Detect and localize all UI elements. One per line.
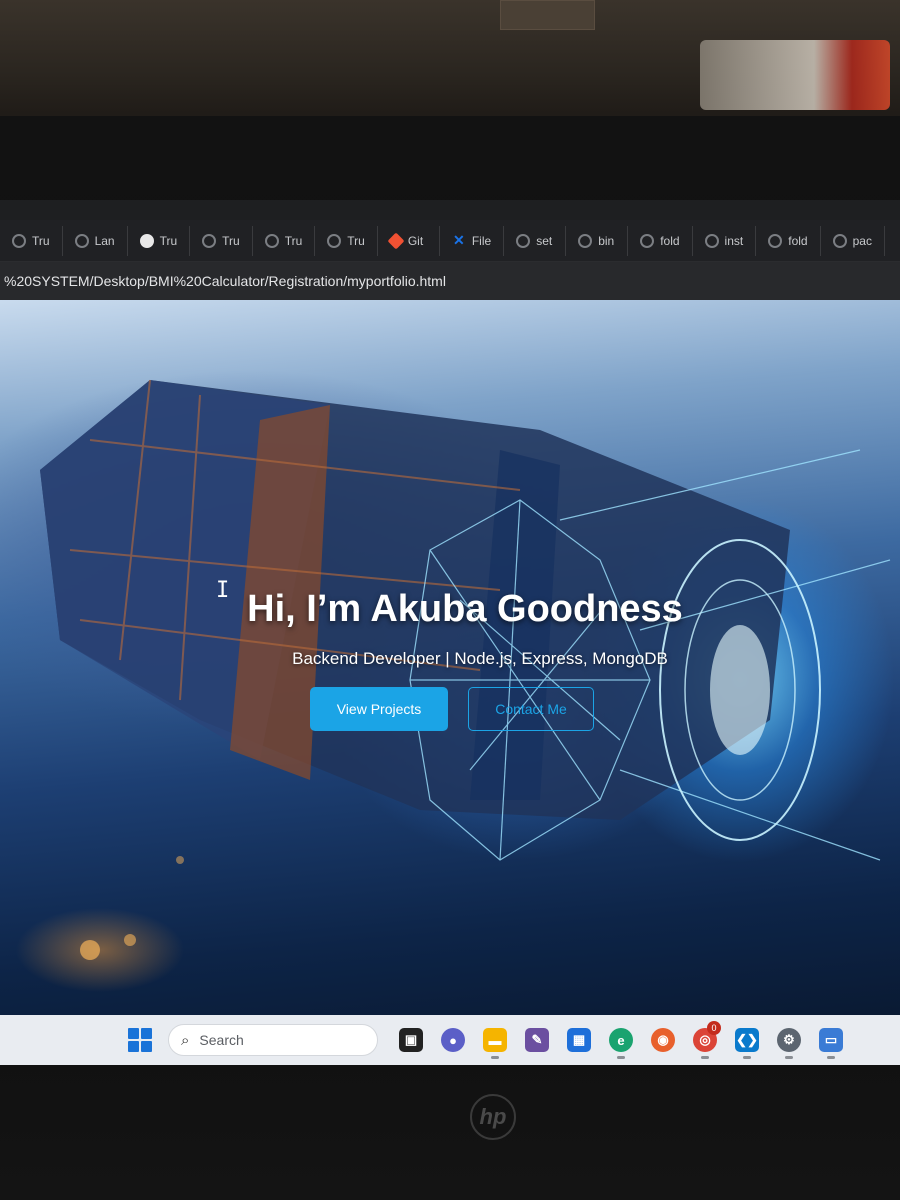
tab-label: File <box>471 233 492 248</box>
browser-tab[interactable]: Tru <box>315 225 378 256</box>
globe-icon <box>516 233 531 248</box>
tab-label: Tru <box>284 233 303 248</box>
taskbar-search[interactable]: ⌕ Search <box>168 1024 378 1056</box>
file-icon: ✕ <box>452 232 465 248</box>
globe-icon <box>202 233 217 248</box>
app-window-icon[interactable]: ▭ <box>810 1019 852 1061</box>
tab-label: set <box>536 233 553 248</box>
browser-tab[interactable]: Tru <box>0 225 63 256</box>
tab-label: fold <box>660 233 680 248</box>
notepad-icon[interactable]: ✎ <box>516 1019 558 1061</box>
tab-label: Git <box>407 233 424 248</box>
firefox-icon[interactable]: ◉ <box>642 1019 684 1061</box>
view-projects-button[interactable]: View Projects <box>310 687 448 731</box>
browser-tab[interactable]: inst <box>693 225 757 256</box>
file-explorer-icon[interactable]: ▬ <box>474 1019 516 1061</box>
address-bar[interactable]: %20SYSTEM/Desktop/BMI%20Calculator/Regis… <box>0 262 900 300</box>
tab-label: pac <box>852 233 872 248</box>
search-icon: ⌕ <box>181 1031 190 1049</box>
hero-title: Hi, I’m Akuba Goodness <box>247 588 683 630</box>
hero-section: I Hi, I’m Akuba Goodness Backend Develop… <box>0 300 900 1015</box>
browser-tab[interactable]: bin <box>566 225 629 256</box>
browser-tab[interactable]: fold <box>756 225 821 256</box>
edge-icon[interactable]: e <box>600 1019 642 1061</box>
globe-icon <box>327 233 342 248</box>
tab-label: Lan <box>94 233 115 248</box>
github-icon <box>139 233 154 248</box>
globe-icon <box>832 233 847 248</box>
tab-label: Tru <box>222 233 240 248</box>
teams-icon[interactable]: ● <box>432 1019 474 1061</box>
hero-subtitle: Backend Developer | Node.js, Express, Mo… <box>292 649 668 668</box>
task-view-icon[interactable]: ▣ <box>390 1019 432 1061</box>
globe-icon <box>640 233 655 248</box>
settings-icon[interactable]: ⚙ <box>768 1019 810 1061</box>
background-object <box>700 40 890 110</box>
address-url: %20SYSTEM/Desktop/BMI%20Calculator/Regis… <box>4 273 446 289</box>
globe-icon <box>74 233 89 248</box>
tab-label: fold <box>788 233 808 248</box>
browser-tab[interactable]: Tru <box>190 225 253 256</box>
background-room <box>0 0 900 118</box>
tab-label: bin <box>598 233 615 248</box>
browser-tab[interactable]: set <box>504 225 567 256</box>
vscode-icon[interactable]: ❮❯ <box>726 1019 768 1061</box>
screen: Tru Lan Tru Tru Tru Tru Git ✕ File set bi… <box>0 200 900 1065</box>
tab-label: Tru <box>159 233 178 248</box>
contact-me-button[interactable]: Contact Me <box>468 687 594 731</box>
globe-icon <box>704 233 719 248</box>
globe-icon <box>12 233 26 248</box>
tab-label: Tru <box>32 233 50 248</box>
tab-label: Tru <box>347 233 365 248</box>
background-box <box>500 0 595 30</box>
chrome-icon[interactable]: ◎ 0 <box>684 1019 726 1061</box>
browser-tab-strip: Tru Lan Tru Tru Tru Tru Git ✕ File set bi… <box>0 220 900 262</box>
taskbar-icons: ⌕ Search ▣ ● ▬ ✎ ▦ e ◉ ◎ 0 ❮❯ ⚙ ▭ <box>128 1019 852 1061</box>
taskbar: ⌕ Search ▣ ● ▬ ✎ ▦ e ◉ ◎ 0 ❮❯ ⚙ ▭ <box>0 1015 900 1065</box>
store-icon[interactable]: ▦ <box>558 1019 600 1061</box>
browser-tab[interactable]: Tru <box>253 225 316 256</box>
tab-label: inst <box>724 233 744 248</box>
browser-tab[interactable]: ✕ File <box>440 225 505 256</box>
hero-buttons: View Projects Contact Me <box>4 687 900 731</box>
git-icon <box>387 232 405 249</box>
globe-icon <box>578 233 593 248</box>
browser-tab[interactable]: Lan <box>63 225 128 256</box>
search-placeholder: Search <box>199 1032 244 1048</box>
browser-tab[interactable]: fold <box>628 225 693 256</box>
browser-tab[interactable]: pac <box>821 225 885 256</box>
notification-badge: 0 <box>707 1021 721 1035</box>
browser-tab[interactable]: Git <box>378 225 440 256</box>
hp-logo: hp <box>470 1094 516 1140</box>
hero-content: Hi, I’m Akuba Goodness Backend Developer… <box>0 588 900 731</box>
globe-icon <box>264 233 279 248</box>
windows-start-icon[interactable] <box>128 1028 152 1052</box>
browser-tab[interactable]: Tru <box>128 225 191 256</box>
globe-icon <box>768 233 783 248</box>
